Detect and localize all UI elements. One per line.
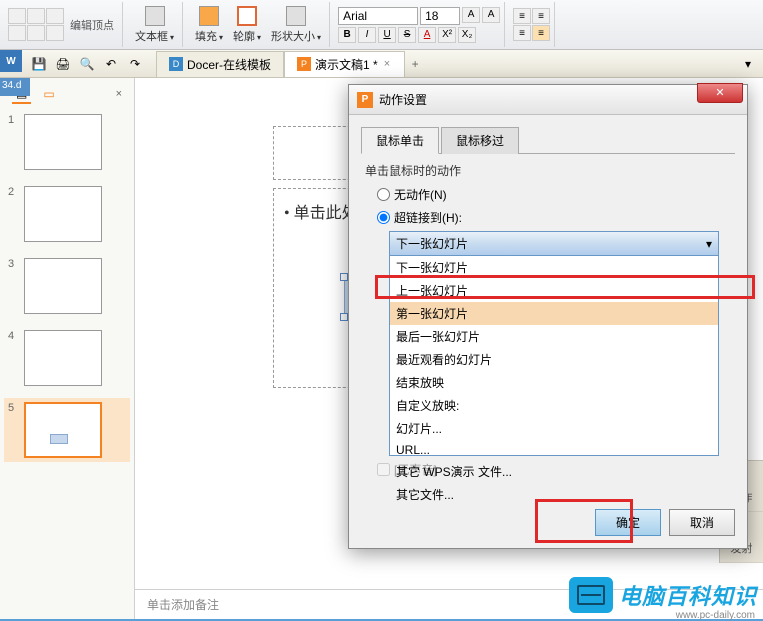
watermark-url: www.pc-daily.com bbox=[676, 610, 755, 621]
presentation-icon: P bbox=[297, 57, 311, 71]
tab-docer[interactable]: D Docer-在线模板 bbox=[156, 51, 284, 77]
grow-font-button[interactable]: A bbox=[462, 7, 480, 23]
combo-item-0[interactable]: 下一张幻灯片 bbox=[390, 256, 718, 279]
thumbnail-panel: ▤ ▭ × 12345 bbox=[0, 78, 135, 619]
edit-vertex-button[interactable]: 编辑顶点 bbox=[66, 15, 118, 35]
underline-button[interactable]: U bbox=[378, 27, 396, 43]
thumb-panel-close[interactable]: × bbox=[116, 88, 122, 100]
numbering-button[interactable]: ≡ bbox=[532, 8, 550, 24]
align-center-button[interactable]: ≡ bbox=[532, 25, 550, 41]
dialog-title-text: 动作设置 bbox=[379, 91, 739, 108]
outline-button[interactable]: 轮廓▾ bbox=[229, 4, 265, 46]
fill-button[interactable]: 填充▾ bbox=[191, 4, 227, 46]
resize-handle-tl[interactable] bbox=[340, 273, 348, 281]
shape-mini-3[interactable] bbox=[46, 8, 64, 24]
preview-button[interactable]: 🔍 bbox=[76, 53, 98, 75]
combo-item-5[interactable]: 结束放映 bbox=[390, 371, 718, 394]
fill-icon bbox=[199, 6, 219, 26]
tab-presentation-label: 演示文稿1 * bbox=[315, 56, 378, 73]
radio-hyperlink[interactable] bbox=[377, 211, 390, 224]
shape-mini-6[interactable] bbox=[46, 25, 64, 41]
textbox-icon bbox=[145, 6, 165, 26]
bullets-button[interactable]: ≡ bbox=[513, 8, 531, 24]
save-button[interactable]: 💾 bbox=[28, 53, 50, 75]
cancel-button[interactable]: 取消 bbox=[669, 509, 735, 536]
font-size-select[interactable] bbox=[420, 7, 460, 25]
tab-close-button[interactable]: × bbox=[382, 58, 392, 70]
combo-item-2[interactable]: 第一张幻灯片 bbox=[390, 302, 718, 325]
thumb-slide-1[interactable]: 1 bbox=[4, 110, 130, 174]
combo-item-4[interactable]: 最近观看的幻灯片 bbox=[390, 348, 718, 371]
bold-button[interactable]: B bbox=[338, 27, 356, 43]
shape-mini-1[interactable] bbox=[8, 8, 26, 24]
dialog-close-button[interactable]: ✕ bbox=[697, 83, 743, 103]
radio-no-action[interactable] bbox=[377, 188, 390, 201]
radio-no-action-label: 无动作(N) bbox=[394, 186, 447, 203]
thumb-slide-2[interactable]: 2 bbox=[4, 182, 130, 246]
superscript-button[interactable]: X² bbox=[438, 27, 456, 43]
ok-button[interactable]: 确定 bbox=[595, 509, 661, 536]
align-left-button[interactable]: ≡ bbox=[513, 25, 531, 41]
slide-view-icon: ▭ bbox=[43, 87, 54, 101]
window-options-button[interactable]: ▾ bbox=[737, 53, 759, 75]
watermark-logo: 电脑百科知识 bbox=[569, 577, 757, 613]
quick-access-bar: 📁 💾 🖨 🔍 ↶ ↷ D Docer-在线模板 P 演示文稿1 * × + ▾ bbox=[0, 50, 763, 78]
shape-mini-2[interactable] bbox=[27, 8, 45, 24]
print-button[interactable]: 🖨 bbox=[52, 53, 74, 75]
undo-button[interactable]: ↶ bbox=[100, 53, 122, 75]
ribbon-toolbar: 编辑顶点 文本框▾ 填充▾ 轮廓▾ 形状大小▾ A A bbox=[0, 0, 763, 50]
action-group-label: 单击鼠标时的动作 bbox=[365, 162, 731, 179]
subscript-button[interactable]: X₂ bbox=[458, 27, 476, 43]
radio-hyperlink-label: 超链接到(H): bbox=[394, 209, 462, 226]
strike-button[interactable]: S bbox=[398, 27, 416, 43]
font-color-button[interactable]: A bbox=[418, 27, 436, 43]
shrink-font-button[interactable]: A bbox=[482, 7, 500, 23]
sound-checkbox bbox=[377, 463, 390, 476]
shape-mini-4[interactable] bbox=[8, 25, 26, 41]
thumb-slide-4[interactable]: 4 bbox=[4, 326, 130, 390]
chevron-down-icon: ▾ bbox=[706, 237, 712, 251]
thumb-slide-3[interactable]: 3 bbox=[4, 254, 130, 318]
combo-item-7[interactable]: 幻灯片... bbox=[390, 417, 718, 440]
textbox-button[interactable]: 文本框▾ bbox=[131, 4, 178, 46]
docer-icon: D bbox=[169, 57, 183, 71]
shape-size-button[interactable]: 形状大小▾ bbox=[267, 4, 325, 46]
thumb-tab-slides[interactable]: ▭ bbox=[39, 85, 58, 103]
tab-presentation[interactable]: P 演示文稿1 * × bbox=[284, 51, 405, 77]
shape-mini-5[interactable] bbox=[27, 25, 45, 41]
thumb-slide-5[interactable]: 5 bbox=[4, 398, 130, 462]
font-name-select[interactable] bbox=[338, 7, 418, 25]
dialog-app-icon: P bbox=[357, 92, 373, 108]
combo-item-3[interactable]: 最后一张幻灯片 bbox=[390, 325, 718, 348]
tab-add-button[interactable]: + bbox=[405, 57, 425, 71]
tab-mouse-click[interactable]: 鼠标单击 bbox=[361, 127, 439, 154]
watermark-icon bbox=[569, 577, 613, 613]
wps-logo-icon: W bbox=[0, 50, 22, 72]
combo-item-8[interactable]: URL... bbox=[390, 440, 718, 460]
file-strip-label: 34.d bbox=[0, 78, 30, 96]
watermark-text: 电脑百科知识 bbox=[619, 579, 757, 611]
combo-item-6[interactable]: 自定义放映: bbox=[390, 394, 718, 417]
action-settings-dialog: ✕ P 动作设置 鼠标单击 鼠标移过 单击鼠标时的动作 无动作(N) 超链接到(… bbox=[348, 84, 748, 549]
redo-button[interactable]: ↷ bbox=[124, 53, 146, 75]
combo-item-9[interactable]: 其它 WPS演示 文件... bbox=[390, 460, 718, 483]
dialog-titlebar[interactable]: P 动作设置 bbox=[349, 85, 747, 115]
hyperlink-combo[interactable]: 下一张幻灯片 ▾ bbox=[389, 231, 719, 256]
hyperlink-combo-list: 下一张幻灯片上一张幻灯片第一张幻灯片最后一张幻灯片最近观看的幻灯片结束放映自定义… bbox=[389, 256, 719, 456]
italic-button[interactable]: I bbox=[358, 27, 376, 43]
combo-item-1[interactable]: 上一张幻灯片 bbox=[390, 279, 718, 302]
tab-docer-label: Docer-在线模板 bbox=[187, 56, 271, 73]
shape-size-icon bbox=[286, 6, 306, 26]
resize-handle-bl[interactable] bbox=[340, 313, 348, 321]
tab-mouse-hover[interactable]: 鼠标移过 bbox=[441, 127, 519, 154]
outline-icon bbox=[237, 6, 257, 26]
